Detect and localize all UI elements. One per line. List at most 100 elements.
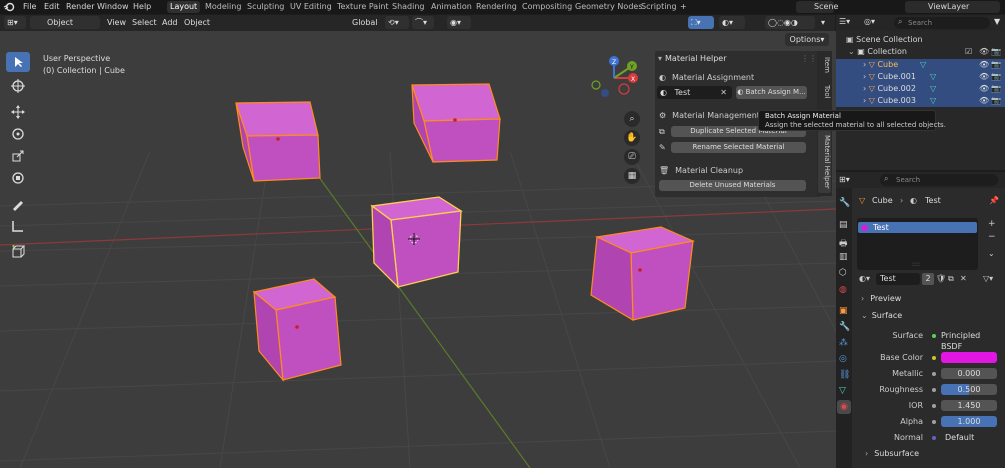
eye-icon[interactable]: 👁 (979, 83, 989, 95)
preview-panel-header[interactable]: › Preview (852, 292, 1005, 306)
subsurface-panel-header[interactable]: › Subsurface (852, 447, 1005, 461)
transform-tool-icon[interactable] (6, 168, 30, 188)
filter-display-icon[interactable]: ◎▾ (864, 17, 875, 26)
batch-assign-button[interactable]: ◐ Batch Assign M... (736, 86, 807, 99)
material-name-field[interactable]: Test (876, 273, 920, 285)
mode-selector[interactable]: Object Mode (30, 16, 100, 40)
camera-icon[interactable]: 📷 (991, 59, 1001, 71)
normal-field[interactable]: Default (941, 432, 997, 443)
menu-window[interactable]: Window (97, 1, 129, 13)
output-tab-icon[interactable]: 🖶 (839, 236, 848, 252)
orientation-selector[interactable]: Global (352, 16, 378, 29)
resize-handle[interactable]: :::: (912, 261, 920, 268)
ortho-grid-icon[interactable]: ▦ (624, 168, 640, 184)
tab-texture-paint[interactable]: Texture Paint (337, 1, 389, 13)
physics-tab-icon[interactable]: ◎ (839, 354, 847, 364)
browse-material-icon[interactable]: ◐▾ (859, 272, 870, 286)
user-count[interactable]: 2 (922, 273, 934, 285)
outliner-editor-icon[interactable]: ☰▾ (839, 17, 850, 26)
panel-header[interactable]: ▾ Material Helper ⋮⋮ (655, 52, 821, 65)
menu-view[interactable]: View (107, 16, 126, 29)
tab-compositing[interactable]: Compositing (522, 1, 572, 13)
select-tool-icon[interactable] (6, 52, 30, 72)
object-tab-icon[interactable]: ▣ (839, 306, 848, 316)
menu-render[interactable]: Render (66, 1, 94, 13)
eye-icon[interactable]: 👁 (979, 46, 989, 58)
link-type-icon[interactable]: ▽▾ (983, 272, 993, 286)
tab-animation[interactable]: Animation (431, 1, 472, 13)
editor-type-button[interactable]: ⊞▾ (4, 16, 26, 29)
pin-icon[interactable]: 📌 (989, 194, 999, 208)
metallic-field[interactable]: 0.000 (941, 368, 997, 379)
rotate-tool-icon[interactable] (6, 124, 30, 144)
outliner-search-input[interactable]: Search (894, 17, 990, 29)
surface-shader-field[interactable]: Principled BSDF (941, 330, 997, 351)
new-material-icon[interactable]: ⧉ (948, 272, 954, 286)
cube-object[interactable] (252, 278, 342, 382)
cursor-tool-icon[interactable] (6, 76, 30, 96)
menu-select[interactable]: Select (132, 16, 157, 29)
unlink-icon[interactable]: ✕ (960, 272, 967, 286)
menu-edit[interactable]: Edit (44, 1, 60, 13)
collection-row[interactable]: ⌄ ▣ Collection ☑ 👁 📷 (836, 46, 1005, 58)
blender-logo-icon[interactable] (3, 1, 15, 13)
proportional-edit-icon[interactable]: ◉▾ (447, 16, 471, 29)
material-tab-icon[interactable]: ◉ (837, 400, 851, 414)
data-tab-icon[interactable]: ▽ (839, 386, 846, 396)
pan-hand-icon[interactable]: ✋ (624, 130, 640, 146)
camera-icon[interactable]: 📷 (991, 71, 1001, 83)
base-color-swatch[interactable] (941, 352, 997, 363)
annotate-tool-icon[interactable] (6, 194, 30, 214)
tab-material-helper[interactable]: Material Helper (818, 131, 831, 193)
delete-unused-button[interactable]: Delete Unused Materials (659, 180, 806, 191)
zoom-icon[interactable]: ⌕ (624, 111, 640, 127)
alpha-field[interactable]: 1.000 (941, 416, 997, 427)
slot-specials-icon[interactable]: ⌄ (988, 249, 995, 258)
scale-tool-icon[interactable] (6, 146, 30, 166)
active-cube-object[interactable] (370, 196, 463, 289)
render-tab-icon[interactable]: ▤ (839, 220, 848, 230)
view-layer-tab-icon[interactable]: ▥ (839, 252, 848, 262)
cube-object[interactable] (590, 226, 696, 322)
shading-dropdown-icon[interactable]: ▾ (821, 16, 825, 29)
tab-uv-editing[interactable]: UV Editing (290, 1, 332, 13)
move-tool-icon[interactable] (6, 102, 30, 122)
outliner-item-cube-002[interactable]: › ▽ Cube.002 ▽ 👁 📷 (836, 83, 1005, 95)
eye-icon[interactable]: 👁 (979, 95, 989, 107)
tab-rendering[interactable]: Rendering (476, 1, 517, 13)
modifier-tab-icon[interactable]: 🔧 (839, 322, 850, 332)
camera-view-icon[interactable]: ⎚ (624, 149, 640, 165)
add-slot-icon[interactable]: + (988, 219, 996, 229)
snap-icon[interactable]: ⌒▾ (412, 16, 434, 29)
tab-layout[interactable]: Layout (167, 1, 201, 13)
tool-tab-icon[interactable]: 🔧 (839, 198, 850, 208)
eye-icon[interactable]: 👁 (979, 59, 989, 71)
add-cube-tool-icon[interactable] (6, 242, 30, 262)
surface-panel-header[interactable]: ⌄ Surface (852, 309, 1005, 323)
ior-field[interactable]: 1.450 (941, 400, 997, 411)
world-tab-icon[interactable]: ◍ (839, 285, 847, 295)
material-slot-row[interactable]: ● Test (858, 222, 977, 233)
scene-tab-icon[interactable]: ⬡ (839, 268, 847, 278)
tab-shading[interactable]: Shading (392, 1, 425, 13)
options-dropdown[interactable]: Options▾ (785, 33, 829, 46)
outliner-item-cube[interactable]: › ▽ Cube ▽ 👁 📷 (836, 59, 1005, 71)
eye-icon[interactable]: 👁 (979, 71, 989, 83)
tab-tool[interactable]: Tool (818, 81, 831, 103)
filter-icon[interactable]: ▼ (994, 17, 1000, 26)
material-select-field[interactable]: ◐ Test ✕ (657, 86, 732, 99)
roughness-field[interactable]: 0.500 (941, 384, 997, 395)
scene-collection-row[interactable]: ▣ Scene Collection (836, 34, 1005, 46)
checkbox-icon[interactable]: ☑ (965, 46, 972, 58)
gizmo-toggle-icon[interactable]: ⛶▾ (688, 16, 714, 29)
clear-icon[interactable]: ✕ (720, 86, 727, 99)
menu-object[interactable]: Object (184, 16, 210, 29)
measure-tool-icon[interactable] (6, 216, 30, 236)
shading-modes[interactable]: ◯◌◉◑ (765, 16, 815, 29)
camera-icon[interactable]: 📷 (991, 95, 1001, 107)
overlay-toggle-icon[interactable]: ◐▾ (719, 16, 745, 29)
menu-add[interactable]: Add (162, 16, 178, 29)
tab-modeling[interactable]: Modeling (205, 1, 241, 13)
tab-geometry-nodes[interactable]: Geometry Nodes (575, 1, 642, 13)
fake-user-icon[interactable]: 🛡 (936, 272, 946, 286)
